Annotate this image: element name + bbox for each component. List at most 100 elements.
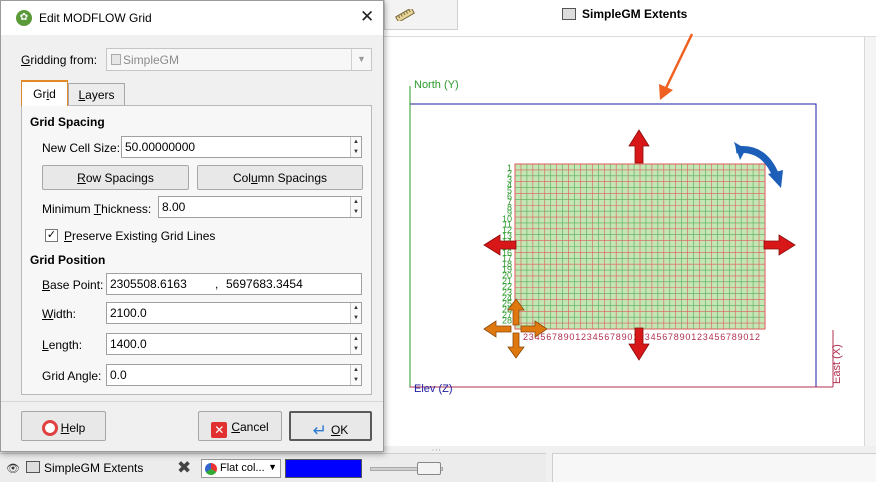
column-number-label: 3 (645, 332, 650, 342)
column-number-label: 8 (558, 332, 563, 342)
column-number-label: 2 (581, 332, 586, 342)
cancel-x-icon: ✕ (211, 422, 228, 438)
edit-modflow-grid-dialog: ✿ Edit MODFLOW Grid ✕ Gridding from: Sim… (0, 0, 384, 452)
column-number-label: 4 (651, 332, 656, 342)
extents-object-icon (26, 461, 40, 473)
grid-spacing-heading: Grid Spacing (30, 115, 105, 129)
east-axis-label: East (X) (831, 344, 843, 384)
scene-canvas[interactable]: North (Y) Elev (Z) East (X) 123456789101… (384, 0, 876, 446)
column-number-label: 0 (627, 332, 632, 342)
column-number-label: 3 (587, 332, 592, 342)
new-cell-size-input[interactable]: 50.00000000 ▲ ▼ (121, 136, 362, 158)
opacity-slider-thumb[interactable] (417, 462, 441, 475)
close-icon[interactable]: ✕ (360, 7, 374, 27)
move-right-arrow-icon[interactable] (763, 234, 796, 256)
gridding-from-label: Gridding from: (21, 53, 98, 67)
dialog-title: Edit MODFLOW Grid (39, 11, 152, 25)
column-number-label: 1 (691, 332, 696, 342)
row-number-label: 28 (502, 316, 512, 326)
column-number-label: 4 (593, 332, 598, 342)
lifebuoy-icon (41, 420, 58, 436)
row-spacings-button[interactable]: Row Spacings (42, 165, 189, 190)
cancel-button[interactable]: ✕ Cancel (198, 411, 282, 441)
tab-layers[interactable]: Layers (68, 83, 125, 107)
column-number-label: 9 (622, 332, 627, 342)
spinner-arrows-icon[interactable]: ▲ ▼ (350, 334, 361, 354)
column-number-label: 0 (569, 332, 574, 342)
preserve-grid-lines-label[interactable]: Preserve Existing Grid Lines (64, 229, 215, 243)
width-input[interactable]: 2100.0 ▲ ▼ (106, 302, 362, 324)
column-number-label: 6 (546, 332, 551, 342)
properties-panel (552, 453, 876, 482)
north-axis-label: North (Y) (414, 79, 459, 91)
chevron-down-icon: ▼ (351, 49, 371, 70)
column-number-label: 5 (540, 332, 545, 342)
grid-angle-value: 0.0 (110, 368, 127, 382)
colour-mode-value: Flat col... (220, 462, 265, 474)
column-number-label: 7 (668, 332, 673, 342)
column-number-label: 1 (749, 332, 754, 342)
geomodel-icon (111, 54, 121, 65)
new-cell-size-label: New Cell Size: (42, 141, 121, 155)
grid-angle-label: Grid Angle: (42, 369, 102, 383)
base-point-input[interactable]: 2305508.6163 , 5697683.3454 (106, 273, 362, 295)
column-number-label: 0 (685, 332, 690, 342)
column-number-label: 6 (662, 332, 667, 342)
column-number-label: 8 (616, 332, 621, 342)
spinner-arrows-icon[interactable]: ▲ ▼ (350, 197, 361, 217)
elev-axis-label: Elev (Z) (414, 383, 453, 395)
tab-grid[interactable]: Grid (21, 80, 68, 106)
column-spacings-button[interactable]: Column Spacings (197, 165, 363, 190)
width-label: Width: (42, 307, 77, 321)
shape-object-label[interactable]: SimpleGM Extents (44, 461, 143, 475)
column-number-label: 9 (564, 332, 569, 342)
width-value: 2100.0 (110, 306, 147, 320)
colour-mode-select[interactable]: Flat col... ▼ (201, 459, 281, 478)
eye-icon[interactable]: 👁 (6, 462, 20, 475)
column-number-label: 3 (703, 332, 708, 342)
column-number-label: 9 (738, 332, 743, 342)
column-number-label: 1 (575, 332, 580, 342)
column-number-label: 2 (755, 332, 760, 342)
column-number-label: 2 (697, 332, 702, 342)
move-up-arrow-icon[interactable] (628, 129, 650, 164)
spinner-arrows-icon[interactable]: ▲ ▼ (350, 137, 361, 157)
base-point-label: Base Point: (42, 278, 104, 292)
dialog-separator (1, 401, 383, 402)
spinner-arrows-icon[interactable]: ▲ ▼ (350, 365, 361, 385)
dialog-titlebar[interactable]: ✿ Edit MODFLOW Grid ✕ (1, 1, 383, 35)
column-number-label: 7 (552, 332, 557, 342)
colour-swatch[interactable] (285, 459, 362, 478)
length-input[interactable]: 1400.0 ▲ ▼ (106, 333, 362, 355)
column-number-label: 3 (529, 332, 534, 342)
properties-panel-title: SimpleGM Extents (582, 7, 688, 21)
gridding-from-select: SimpleGM ▼ (106, 48, 372, 71)
colour-wheel-icon (205, 463, 217, 475)
column-number-label: 7 (726, 332, 731, 342)
minimum-thickness-input[interactable]: 8.00 ▲ ▼ (158, 196, 362, 218)
column-number-label: 5 (656, 332, 661, 342)
column-number-label: 9 (680, 332, 685, 342)
column-number-label: 6 (604, 332, 609, 342)
base-point-separator: , (215, 277, 219, 291)
enter-arrow-icon: ↵ (312, 421, 327, 440)
length-value: 1400.0 (110, 337, 147, 351)
column-number-label: 2 (523, 332, 528, 342)
annotation-pointer-arrow (659, 33, 694, 100)
new-cell-size-value: 50.00000000 (125, 140, 196, 154)
modflow-grid[interactable] (514, 163, 766, 330)
ok-button[interactable]: ↵ OK (289, 411, 372, 441)
help-button[interactable]: Help (21, 411, 106, 441)
remove-icon[interactable]: ✖ (177, 458, 191, 478)
grid-angle-input[interactable]: 0.0 ▲ ▼ (106, 364, 362, 386)
grid-position-heading: Grid Position (30, 253, 106, 267)
app-logo-icon: ✿ (16, 10, 32, 26)
extents-object-icon (562, 8, 576, 20)
shapes-list-bar: 👁 SimpleGM Extents ✖ Flat col... ▼ (0, 453, 546, 482)
column-number-label: 5 (598, 332, 603, 342)
column-number-label: 7 (610, 332, 615, 342)
preserve-grid-lines-checkbox[interactable]: ✓ (45, 229, 58, 242)
base-point-x: 2305508.6163 (110, 277, 187, 291)
spinner-arrows-icon[interactable]: ▲ ▼ (350, 303, 361, 323)
chevron-down-icon: ▼ (268, 462, 277, 472)
